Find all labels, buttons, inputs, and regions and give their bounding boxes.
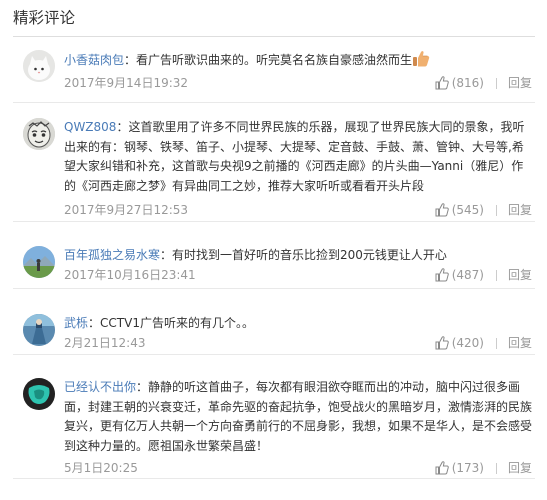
action-separator [495,269,497,281]
section-divider [13,36,535,37]
like-button[interactable]: (545) [435,202,484,218]
comment-text: 这首歌里用了许多不同世界民族的乐器，展现了世界民族大同的景象，我听出来的有：钢琴… [64,120,525,193]
comment-body: QWZ808：这首歌里用了许多不同世界民族的乐器，展现了世界民族大同的景象，我听… [64,120,525,193]
like-count: (173) [451,461,484,475]
comment-item: 武栎：CCTV1广告听来的有几个。。 2月21日12:43 (420) 回复 [13,314,535,355]
thumbs-up-icon [435,203,449,217]
comment-meta: 5月1日20:25 (173) 回复 [64,460,535,476]
comment-item: 小香菇肉包：看广告听歌识曲来的。听完莫名名族自豪感油然而生 2017年9月14日… [13,50,535,103]
comment-username[interactable]: QWZ808 [64,120,116,134]
reply-button[interactable]: 回复 [508,202,532,218]
reply-button[interactable]: 回复 [508,460,532,476]
comment-username[interactable]: 小香菇肉包 [64,53,124,67]
comment-username[interactable]: 百年孤独之易水寒 [64,248,160,262]
comment-time: 2017年9月14日19:32 [64,76,189,90]
comment-username[interactable]: 武栎 [64,316,88,330]
comment-username[interactable]: 已经认不出你 [64,380,136,394]
thumbs-up-icon [435,76,449,90]
comment-actions: (487) 回复 [435,267,532,283]
thumbs-up-icon [435,461,449,475]
comment-time: 2月21日12:43 [64,336,146,350]
comment-item: 百年孤独之易水寒：有时找到一首好听的音乐比捡到200元钱更让人开心 2017年1… [13,246,535,289]
like-button[interactable]: (816) [435,75,484,91]
comment-text: 有时找到一首好听的音乐比捡到200元钱更让人开心 [172,248,447,262]
comment-actions: (173) 回复 [435,460,532,476]
thumbs-up-emoji-icon [412,50,430,67]
like-count: (420) [451,336,484,350]
comment-body: 武栎：CCTV1广告听来的有几个。。 [64,316,254,330]
comment-body: 百年孤独之易水寒：有时找到一首好听的音乐比捡到200元钱更让人开心 [64,248,447,262]
like-button[interactable]: (420) [435,335,484,351]
cat-avatar-icon[interactable] [23,50,55,82]
comment-time: 2017年9月27日12:53 [64,203,189,217]
comment-actions: (816) 回复 [435,75,532,91]
like-count: (816) [451,76,484,90]
like-button[interactable]: (487) [435,267,484,283]
teal-shape-avatar-icon[interactable] [23,378,55,410]
landscape-avatar-icon[interactable] [23,246,55,278]
reply-button[interactable]: 回复 [508,335,532,351]
like-count: (545) [451,203,484,217]
reply-button[interactable]: 回复 [508,267,532,283]
comment-time: 2017年10月16日23:41 [64,268,196,282]
like-button[interactable]: (173) [435,460,484,476]
thumbs-up-icon [435,336,449,350]
hand-drawn-face-avatar-icon[interactable] [23,118,55,150]
comment-actions: (545) 回复 [435,202,532,218]
action-separator [495,462,497,474]
comment-item: 已经认不出你：静静的听这首曲子，每次都有眼泪欲夺眶而出的冲动，脑中闪过很多画面，… [13,378,535,479]
action-separator [495,77,497,89]
comment-body: 已经认不出你：静静的听这首曲子，每次都有眼泪欲夺眶而出的冲动，脑中闪过很多画面，… [64,380,533,453]
comment-meta: 2017年10月16日23:41 (487) 回复 [64,267,535,283]
action-separator [495,204,497,216]
reply-button[interactable]: 回复 [508,75,532,91]
comment-meta: 2017年9月14日19:32 (816) 回复 [64,75,535,91]
action-separator [495,337,497,349]
comment-body: 小香菇肉包：看广告听歌识曲来的。听完莫名名族自豪感油然而生 [64,50,532,71]
comment-actions: (420) 回复 [435,335,532,351]
like-count: (487) [451,268,484,282]
comments-section: 精彩评论 小香菇肉包：看广告听歌识曲来的。听完莫名名族自豪感油然而生 2017年… [0,0,547,500]
figure-avatar-icon[interactable] [23,314,55,346]
comment-meta: 2017年9月27日12:53 (545) 回复 [64,202,535,218]
comment-time: 5月1日20:25 [64,461,138,475]
comment-item: QWZ808：这首歌里用了许多不同世界民族的乐器，展现了世界民族大同的景象，我听… [13,118,535,222]
section-title: 精彩评论 [13,9,76,27]
comment-text: 看广告听歌识曲来的。听完莫名名族自豪感油然而生 [136,53,413,67]
comment-meta: 2月21日12:43 (420) 回复 [64,335,535,351]
comment-text: CCTV1广告听来的有几个。。 [100,316,254,330]
thumbs-up-icon [435,268,449,282]
